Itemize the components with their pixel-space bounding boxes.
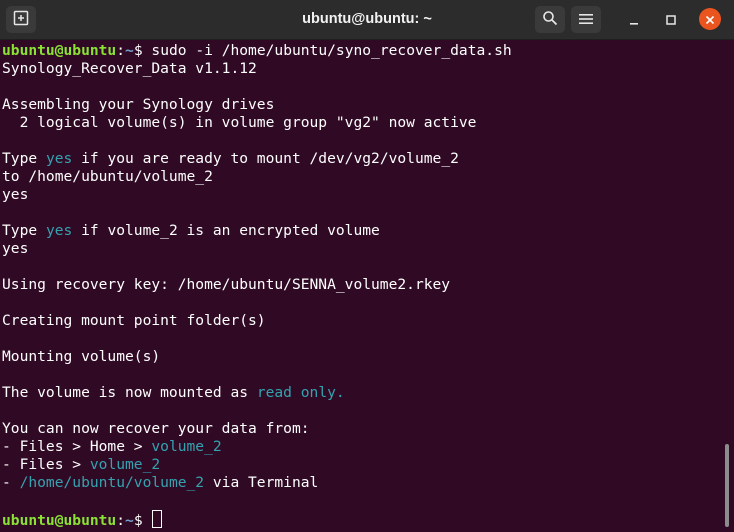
prompt-user: ubuntu@ubuntu [2,42,117,59]
output-line: Using recovery key: /home/ubuntu/SENNA_v… [2,276,451,293]
output-line: Type yes if volume_2 is an encrypted vol… [0,222,722,240]
minimize-icon [629,10,639,29]
output-text: via Terminal [204,474,319,491]
hamburger-menu-icon [579,10,593,29]
output-text: if you are ready to mount /dev/vg2/volum… [72,150,459,167]
current-prompt-line[interactable]: ubuntu@ubuntu:~$ [0,510,722,529]
prompt-path: ~ [125,42,134,59]
output-line: - Files > volume_2 [0,456,722,474]
output-text: - Files > Home > [2,438,152,455]
close-icon [705,10,715,29]
output-text: The volume is now mounted as [2,384,257,401]
new-tab-icon [13,10,29,30]
menu-button[interactable] [571,6,601,33]
output-line: 2 logical volume(s) in volume group "vg2… [2,114,477,131]
prompt-path: ~ [125,512,134,529]
output-line: Synology_Recover_Data v1.1.12 [2,60,257,77]
output-text: - [2,474,20,491]
user-input-line: yes [2,240,29,257]
highlight-text: volume_2 [151,438,222,455]
search-button[interactable] [535,6,565,33]
output-text: if volume_2 is an encrypted volume [72,222,380,239]
terminal-window: ubuntu@ubuntu: ~ ubuntu@ubuntu:~$ sudo -… [0,0,734,530]
output-line: Assembling your Synology drives [2,96,275,113]
output-line: to /home/ubuntu/volume_2 [2,168,213,185]
highlight-text: /home/ubuntu/volume_2 [19,474,205,491]
output-text: Type [2,222,46,239]
output-line: Type yes if you are ready to mount /dev/… [0,150,722,168]
scrollbar-thumb[interactable] [725,444,729,527]
maximize-icon [666,10,676,29]
output-text: Type [2,150,46,167]
highlight-text: yes [45,222,73,239]
command-text: sudo -i /home/ubuntu/syno_recover_data.s… [151,42,512,59]
output-line: Mounting volume(s) [2,348,161,365]
prompt-symbol: $ [133,512,152,529]
output-text: - Files > [2,456,90,473]
maximize-button[interactable] [659,7,683,31]
output-line: - Files > Home > volume_2 [0,438,722,456]
minimize-button[interactable] [622,7,646,31]
terminal-output[interactable]: ubuntu@ubuntu:~$ sudo -i /home/ubuntu/sy… [0,40,722,532]
highlight-text: yes [45,150,73,167]
highlight-text: read only. [256,384,345,401]
user-input-line: yes [2,186,29,203]
output-line: You can now recover your data from: [2,420,310,437]
search-icon [542,10,558,30]
highlight-text: volume_2 [89,456,161,473]
prompt-user: ubuntu@ubuntu [2,512,117,529]
output-line: The volume is now mounted as read only. [0,384,722,402]
prompt-separator: : [116,42,126,59]
close-button[interactable] [699,8,721,30]
text-cursor [152,510,163,528]
command-line: ubuntu@ubuntu:~$ sudo -i /home/ubuntu/sy… [0,42,722,60]
output-line: - /home/ubuntu/volume_2 via Terminal [0,474,722,492]
prompt-symbol: $ [133,42,152,59]
output-line: Creating mount point folder(s) [2,312,266,329]
prompt-separator: : [116,512,126,529]
new-tab-button[interactable] [6,6,36,33]
title-bar: ubuntu@ubuntu: ~ [0,0,734,40]
